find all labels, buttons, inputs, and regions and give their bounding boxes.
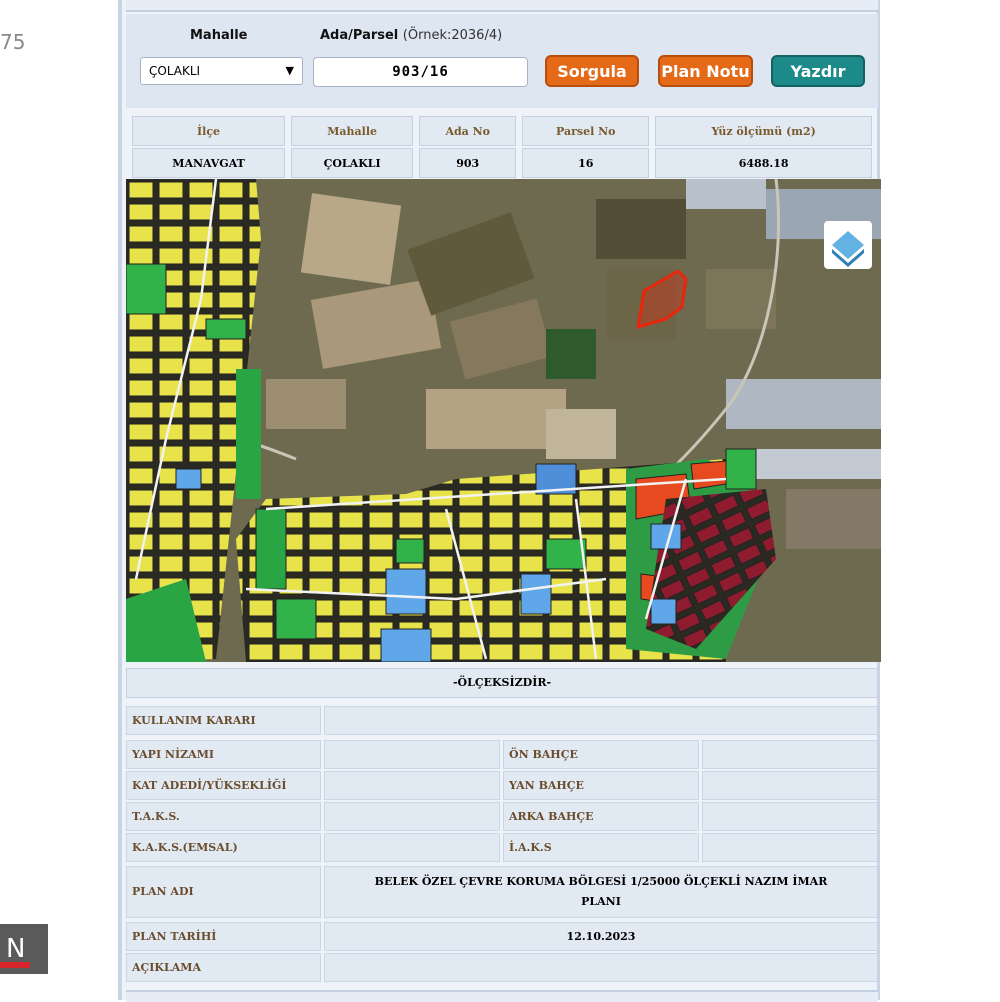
row-plan-adi: PLAN ADI BELEK ÖZEL ÇEVRE KORUMA BÖLGESİ…: [126, 866, 878, 918]
imar-durumu-panel: Mahalle Ada/Parsel (Örnek:2036/4) ÇOLAKL…: [118, 0, 881, 1002]
header-ilce: İlçe: [132, 116, 286, 146]
plan-notu-button[interactable]: Plan Notu: [658, 55, 753, 87]
row-kat-adedi: KAT ADEDİ/YÜKSEKLİĞİ YAN BAHÇE: [126, 771, 878, 800]
value-arka-bahce: [702, 802, 878, 831]
row-kullanim-karari: KULLANIM KARARI: [126, 706, 878, 735]
label-kullanim-karari: KULLANIM KARARI: [126, 706, 321, 735]
value-yuzolcumu: 6488.18: [655, 148, 872, 178]
value-on-bahce: [702, 740, 878, 769]
value-ada-no: 903: [419, 148, 517, 178]
label-kat-adedi: KAT ADEDİ/YÜKSEKLİĞİ: [126, 771, 321, 800]
row-yapi-nizami: YAPI NİZAMI ÖN BAHÇE: [126, 740, 878, 769]
label-iaks: İ.A.K.S: [503, 833, 699, 862]
mahalle-label: Mahalle: [190, 28, 248, 43]
dropdown-arrow-icon: ▼: [285, 64, 294, 77]
header-ada-no: Ada No: [419, 116, 517, 146]
label-kaks: K.A.K.S.(EMSAL): [126, 833, 321, 862]
value-parsel-no: 16: [522, 148, 650, 178]
label-yapi-nizami: YAPI NİZAMI: [126, 740, 321, 769]
zoning-map[interactable]: [126, 179, 881, 662]
mahalle-select[interactable]: ÇOLAKLI ▼: [140, 57, 303, 85]
sorgula-button[interactable]: Sorgula: [545, 55, 639, 87]
value-ilce: MANAVGAT: [132, 148, 286, 178]
mahalle-select-value: ÇOLAKLI: [149, 64, 201, 78]
label-taks: T.A.K.S.: [126, 802, 321, 831]
value-plan-adi: BELEK ÖZEL ÇEVRE KORUMA BÖLGESİ 1/25000 …: [324, 866, 878, 918]
label-plan-adi: PLAN ADI: [126, 866, 321, 918]
header-parsel-no: Parsel No: [522, 116, 650, 146]
ada-parsel-hint: (Örnek:2036/4): [402, 28, 503, 43]
row-taks: T.A.K.S. ARKA BAHÇE: [126, 802, 878, 831]
row-kaks: K.A.K.S.(EMSAL) İ.A.K.S: [126, 833, 878, 862]
row-aciklama: AÇIKLAMA: [126, 953, 878, 982]
layers-button[interactable]: [824, 221, 872, 269]
header-mahalle: Mahalle: [291, 116, 414, 146]
ada-parsel-label: Ada/Parsel (Örnek:2036/4): [320, 28, 503, 43]
query-toolbar: Mahalle Ada/Parsel (Örnek:2036/4) ÇOLAKL…: [126, 14, 878, 108]
parcel-info-table: İlçe Mahalle Ada No Parsel No Yüz ölçümü…: [126, 114, 878, 180]
side-counter-text: 75: [0, 30, 26, 54]
label-on-bahce: ÖN BAHÇE: [503, 740, 699, 769]
zoning-map-svg: [126, 179, 881, 662]
header-yuzolcumu: Yüz ölçümü (m2): [655, 116, 872, 146]
value-yan-bahce: [702, 771, 878, 800]
yazdir-button[interactable]: Yazdır: [771, 55, 865, 87]
value-mahalle: ÇOLAKLI: [291, 148, 414, 178]
row-plan-tarihi: PLAN TARİHİ 12.10.2023: [126, 922, 878, 951]
label-yan-bahce: YAN BAHÇE: [503, 771, 699, 800]
value-aciklama: [324, 953, 878, 982]
value-yapi-nizami: [324, 740, 500, 769]
value-kaks: [324, 833, 500, 862]
scale-note: -ÖLÇEKSİZDİR-: [126, 668, 878, 698]
side-logo: N: [0, 924, 48, 974]
value-kat-adedi: [324, 771, 500, 800]
value-kullanim-karari: [324, 706, 878, 735]
value-plan-tarihi: 12.10.2023: [324, 922, 878, 951]
label-aciklama: AÇIKLAMA: [126, 953, 321, 982]
value-iaks: [702, 833, 878, 862]
label-plan-tarihi: PLAN TARİHİ: [126, 922, 321, 951]
value-taks: [324, 802, 500, 831]
label-arka-bahce: ARKA BAHÇE: [503, 802, 699, 831]
ada-parsel-input[interactable]: 903/16: [313, 57, 528, 87]
top-strip: [126, 0, 878, 12]
bottom-strip: [126, 990, 878, 1002]
